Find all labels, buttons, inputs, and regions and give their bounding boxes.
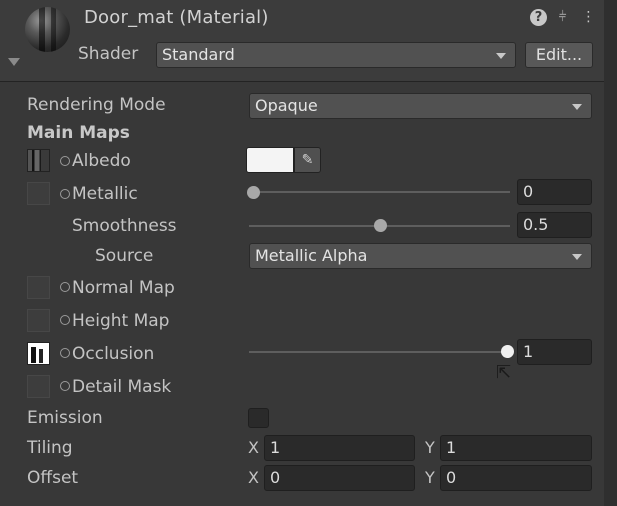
occlusion-value-field[interactable]: 1 (517, 339, 592, 365)
texture-picker-icon[interactable] (60, 156, 70, 166)
smoothness-value-field[interactable]: 0.5 (517, 212, 592, 238)
material-preview-sphere[interactable] (25, 7, 70, 52)
offset-x-field[interactable]: 0 (264, 465, 415, 491)
normal-map-texture-slot[interactable] (27, 276, 50, 299)
metallic-slider-handle[interactable] (247, 186, 260, 199)
dropdown-arrow-icon (572, 254, 582, 260)
offset-y-label: Y (425, 468, 435, 487)
edit-shader-button[interactable]: Edit... (525, 42, 593, 68)
rendering-mode-value: Opaque (255, 96, 318, 115)
offset-label: Offset (27, 468, 79, 488)
albedo-color-swatch[interactable] (246, 147, 294, 173)
dropdown-arrow-icon (496, 53, 506, 59)
texture-picker-icon[interactable] (60, 348, 70, 358)
offset-x-label: X (248, 468, 259, 487)
smoothness-label: Smoothness (72, 216, 177, 236)
occlusion-texture-slot[interactable] (27, 342, 50, 365)
occlusion-slider-handle[interactable] (501, 345, 514, 358)
rendering-mode-label: Rendering Mode (27, 95, 166, 115)
normal-map-label: Normal Map (72, 278, 175, 298)
material-header: Door_mat (Material) ? ⫩ ⋮ Shader Standar… (0, 0, 604, 82)
albedo-label: Albedo (72, 151, 131, 171)
tiling-label: Tiling (27, 438, 73, 458)
detail-mask-texture-slot[interactable] (27, 375, 50, 398)
presets-icon[interactable]: ⫩ (554, 9, 571, 26)
rendering-mode-dropdown[interactable]: Opaque (249, 93, 592, 119)
height-map-label: Height Map (72, 311, 170, 331)
collapse-arrow-icon[interactable] (8, 58, 20, 66)
help-icon[interactable]: ? (530, 9, 547, 26)
tiling-y-label: Y (425, 438, 435, 457)
tiling-x-field[interactable]: 1 (264, 435, 415, 461)
shader-dropdown[interactable]: Standard (156, 42, 516, 68)
offset-y-field[interactable]: 0 (440, 465, 592, 491)
metallic-value-field[interactable]: 0 (517, 179, 592, 205)
shader-value: Standard (162, 45, 235, 64)
tiling-y-field[interactable]: 1 (440, 435, 592, 461)
occlusion-label: Occlusion (72, 344, 155, 364)
texture-picker-icon[interactable] (60, 189, 70, 199)
texture-picker-icon[interactable] (60, 381, 70, 391)
tiling-x-label: X (248, 438, 259, 457)
dropdown-arrow-icon (572, 104, 582, 110)
texture-picker-icon[interactable] (60, 282, 70, 292)
shader-label: Shader (78, 44, 139, 64)
emission-checkbox[interactable] (248, 408, 269, 428)
metallic-label: Metallic (72, 184, 138, 204)
mouse-cursor-icon: ⇱ (496, 362, 512, 383)
texture-picker-icon[interactable] (60, 315, 70, 325)
detail-mask-label: Detail Mask (72, 377, 172, 397)
main-maps-heading: Main Maps (27, 123, 130, 143)
height-map-texture-slot[interactable] (27, 309, 50, 332)
occlusion-slider-track[interactable] (249, 351, 510, 353)
metallic-texture-slot[interactable] (27, 182, 50, 205)
eyedropper-icon[interactable]: ✎ (294, 147, 321, 173)
inspector-scrollbar[interactable] (604, 0, 617, 506)
emission-label: Emission (27, 408, 103, 428)
metallic-slider-track[interactable] (249, 191, 510, 193)
source-label: Source (95, 246, 154, 266)
material-title: Door_mat (Material) (84, 7, 269, 28)
source-value: Metallic Alpha (255, 246, 368, 265)
albedo-texture-slot[interactable] (27, 149, 50, 172)
source-dropdown[interactable]: Metallic Alpha (249, 243, 592, 269)
smoothness-slider-handle[interactable] (374, 219, 387, 232)
more-options-icon[interactable]: ⋮ (580, 9, 597, 26)
